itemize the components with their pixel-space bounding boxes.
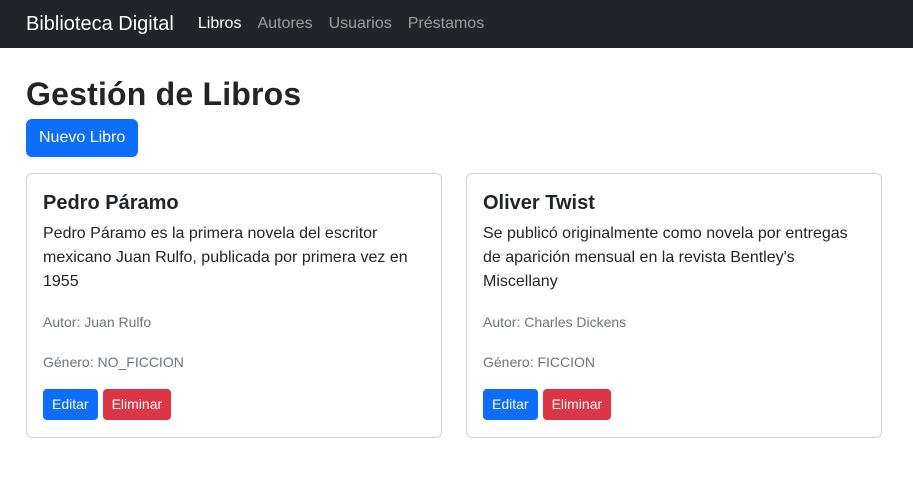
main-container: Gestión de Libros Nuevo Libro Pedro Pára… xyxy=(0,76,913,438)
new-book-button[interactable]: Nuevo Libro xyxy=(26,119,139,157)
nav-link-prestamos[interactable]: Préstamos xyxy=(408,15,484,33)
navbar-brand[interactable]: Biblioteca Digital xyxy=(26,13,174,36)
book-author: Autor: Juan Rulfo xyxy=(43,314,152,330)
nav-link-libros[interactable]: Libros xyxy=(198,15,242,33)
book-cards: Pedro Páramo Pedro Páramo es la primera … xyxy=(26,173,887,438)
book-author: Autor: Charles Dickens xyxy=(483,314,627,330)
book-card: Oliver Twist Se publicó originalmente co… xyxy=(466,173,882,438)
book-description: Se publicó originalmente como novela por… xyxy=(483,225,848,290)
book-description: Pedro Páramo es la primera novela del es… xyxy=(43,225,408,290)
edit-button[interactable]: Editar xyxy=(483,389,538,420)
nav-link-autores[interactable]: Autores xyxy=(257,15,312,33)
book-title: Oliver Twist xyxy=(483,192,595,214)
top-navbar: Biblioteca Digital Libros Autores Usuari… xyxy=(0,0,913,48)
delete-button[interactable]: Eliminar xyxy=(102,389,172,420)
delete-button[interactable]: Eliminar xyxy=(542,389,612,420)
page-title: Gestión de Libros xyxy=(26,76,302,112)
edit-button[interactable]: Editar xyxy=(43,389,98,420)
book-genre: Género: FICCION xyxy=(483,354,596,370)
book-card: Pedro Páramo Pedro Páramo es la primera … xyxy=(26,173,442,438)
book-actions: Editar Eliminar xyxy=(483,389,865,420)
book-title: Pedro Páramo xyxy=(43,192,179,214)
nav-link-usuarios[interactable]: Usuarios xyxy=(329,15,392,33)
book-actions: Editar Eliminar xyxy=(43,389,425,420)
book-genre: Género: NO_FICCION xyxy=(43,354,184,370)
